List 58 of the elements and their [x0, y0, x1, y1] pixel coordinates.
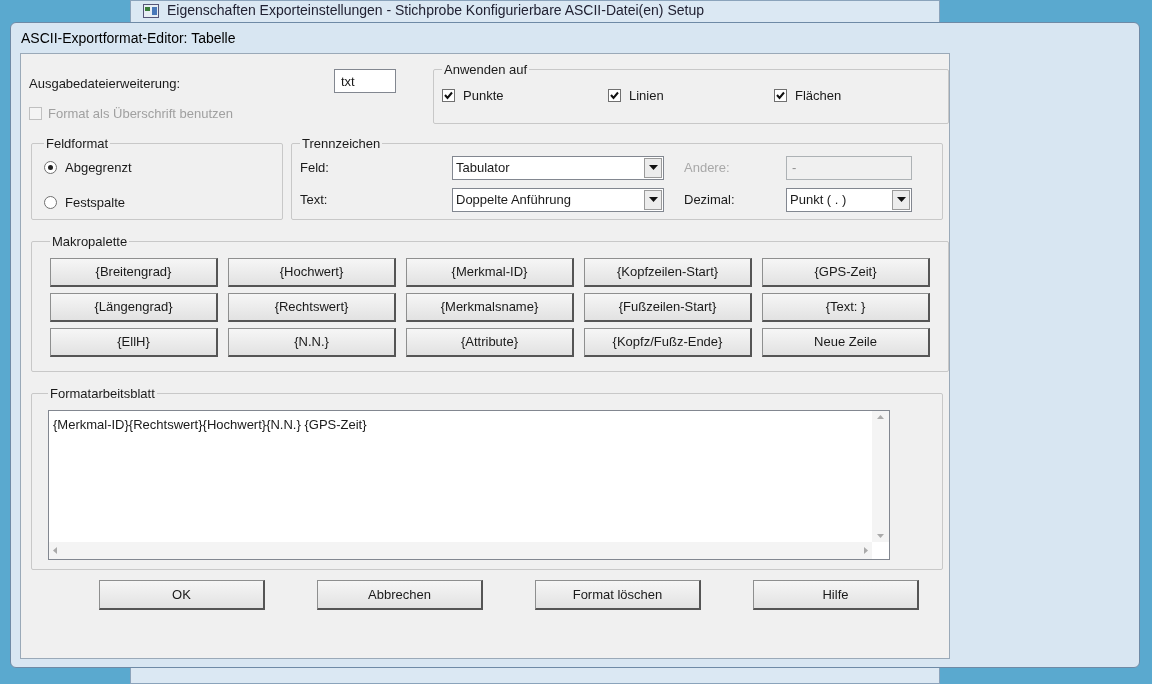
macro-button[interactable]: {Fußzeilen-Start}	[584, 292, 752, 322]
dialog-button[interactable]: Abbrechen	[317, 580, 483, 610]
macro-button[interactable]: Neue Zeile	[762, 327, 930, 357]
group-title: Anwenden auf	[443, 61, 529, 79]
dialog-button[interactable]: OK	[99, 580, 265, 610]
checkbox-label: Format als Überschrift benutzen	[48, 104, 233, 123]
radio-button[interactable]	[44, 196, 57, 210]
group-title: Formatarbeitsblatt	[49, 385, 156, 403]
group-title: Makropalette	[51, 233, 129, 251]
scroll-down-icon	[877, 533, 884, 538]
group-title: Trennzeichen	[301, 135, 382, 153]
macro-button[interactable]: {Attribute}	[406, 327, 574, 357]
scroll-up-icon	[877, 414, 884, 419]
checkbox-label: Linien	[629, 86, 664, 105]
radio-label: Abgegrenzt	[65, 158, 132, 177]
checkbox[interactable]	[608, 88, 621, 102]
checkbox[interactable]	[442, 88, 455, 102]
radio-label: Festspalte	[65, 194, 125, 212]
macro-button[interactable]: {GPS-Zeit}	[762, 257, 930, 287]
field-label: Ausgabedateierweiterung:	[29, 75, 182, 93]
macro-button[interactable]: {Hochwert}	[228, 257, 396, 287]
horizontal-scrollbar[interactable]	[49, 541, 872, 559]
worksheet-text: {Merkmal-ID}{Rechtswert}{Hochwert}{N.N.} {GPS-Zeit}	[53, 416, 367, 432]
macro-button[interactable]: {Kopfzeilen-Start}	[584, 257, 752, 287]
field-label: Dezimal:	[683, 190, 736, 209]
group-title: Feldformat	[45, 135, 110, 153]
checkbox-label: Flächen	[795, 86, 842, 105]
macro-button[interactable]: {Merkmal-ID}	[406, 257, 574, 287]
field-label: Feld:	[300, 158, 330, 177]
vertical-scrollbar[interactable]	[872, 410, 889, 542]
macro-button[interactable]: {Rechtswert}	[228, 292, 396, 322]
macro-button[interactable]: {Merkmalsname}	[406, 292, 574, 322]
dropdown[interactable]: Doppelte Anführung	[452, 187, 664, 212]
macro-button[interactable]: {EllH}	[50, 327, 218, 357]
macro-button[interactable]: {Längengrad}	[50, 292, 218, 322]
dropdown-arrow-icon	[648, 197, 658, 202]
field-label: Andere:	[683, 158, 731, 177]
extension-field[interactable]: txt	[334, 68, 396, 93]
macro-button[interactable]: {Breitengrad}	[50, 257, 218, 287]
radio-button[interactable]	[44, 160, 57, 174]
worksheet-text-area[interactable]: {Merkmal-ID}{Rechtswert}{Hochwert}{N.N.} {GPS-Zeit}	[48, 409, 890, 560]
checkbox-label: Punkte	[463, 86, 504, 105]
dropdown[interactable]: Tabulator	[452, 155, 664, 180]
window-title: Eigenschaften Exporteinstellungen - Stichprobe Konfigurierbare ASCII-Datei(en) Setup	[167, 1, 704, 19]
dialog-button[interactable]: Format löschen	[535, 580, 701, 610]
macro-button[interactable]: {N.N.}	[228, 327, 396, 357]
macro-button[interactable]: {Kopfz/Fußz-Ende}	[584, 327, 752, 357]
window-icon	[143, 4, 159, 18]
field-label: Text:	[300, 190, 329, 209]
macro-button[interactable]: {Text: }	[762, 292, 930, 322]
dialog-button[interactable]: Hilfe	[753, 580, 919, 610]
dropdown-arrow-icon	[648, 165, 658, 170]
dialog-title: ASCII-Exportformat-Editor: Tabelle	[21, 28, 236, 48]
dropdown-arrow-icon	[896, 197, 906, 202]
scroll-left-icon	[53, 546, 57, 554]
dropdown[interactable]: Punkt ( . )	[786, 187, 912, 212]
scroll-right-icon	[864, 546, 868, 554]
checkbox[interactable]	[774, 88, 787, 102]
